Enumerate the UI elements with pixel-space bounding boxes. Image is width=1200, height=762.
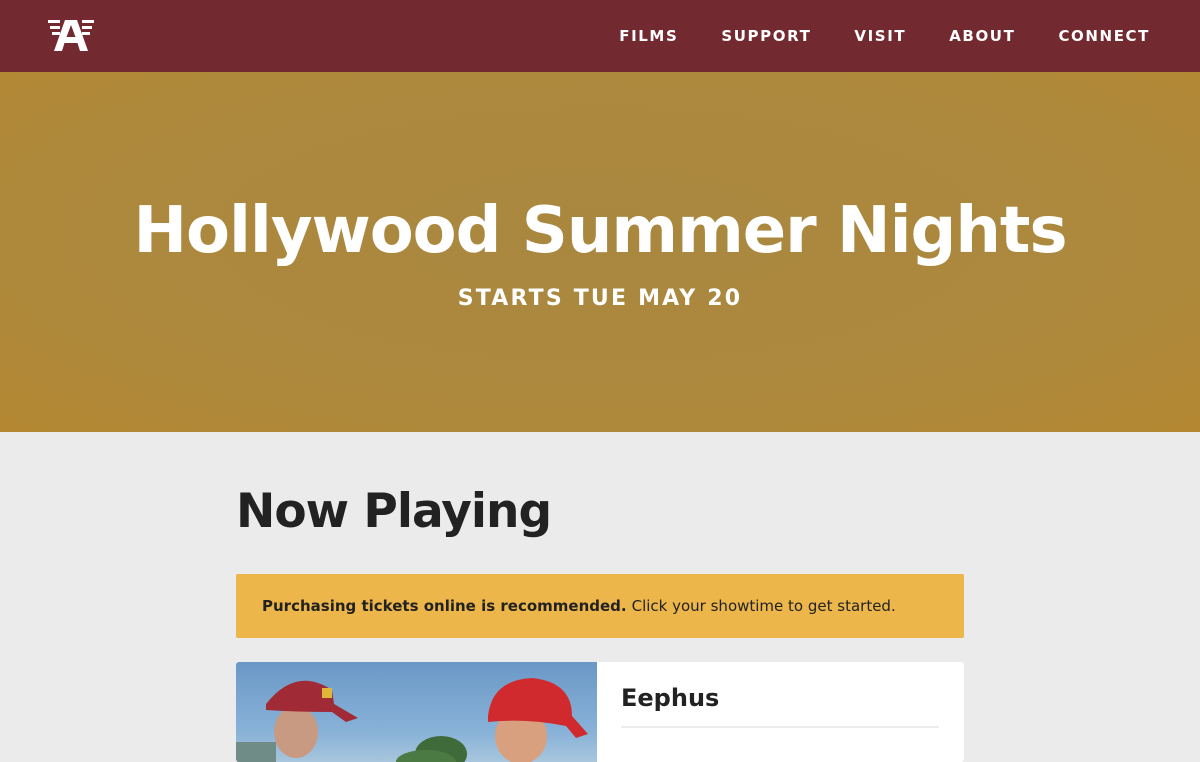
film-info: Eephus <box>597 662 964 762</box>
ticket-notice: Purchasing tickets online is recommended… <box>236 574 964 638</box>
hero-title: Hollywood Summer Nights <box>133 194 1067 268</box>
main-nav: FILMS SUPPORT VISIT ABOUT CONNECT <box>576 0 1150 72</box>
film-still-icon <box>236 678 588 762</box>
logo-a-icon <box>48 20 94 51</box>
nav-films[interactable]: FILMS <box>619 27 678 45</box>
notice-text: Click your showtime to get started. <box>631 597 896 615</box>
notice-bold-text: Purchasing tickets online is recommended… <box>262 597 627 615</box>
film-title[interactable]: Eephus <box>621 684 719 712</box>
film-poster-image[interactable] <box>236 662 597 762</box>
now-playing-heading: Now Playing <box>236 484 552 539</box>
nav-visit[interactable]: VISIT <box>854 27 906 45</box>
nav-connect[interactable]: CONNECT <box>1058 27 1150 45</box>
site-header: FILMS SUPPORT VISIT ABOUT CONNECT <box>0 0 1200 72</box>
nav-support[interactable]: SUPPORT <box>721 27 811 45</box>
hero-banner[interactable]: Hollywood Summer Nights STARTS TUE MAY 2… <box>0 72 1200 432</box>
film-divider <box>621 726 939 728</box>
theater-logo-icon[interactable] <box>48 18 96 54</box>
film-card[interactable]: Eephus <box>236 662 964 762</box>
nav-about[interactable]: ABOUT <box>949 27 1015 45</box>
hero-subtitle: STARTS TUE MAY 20 <box>457 286 743 311</box>
